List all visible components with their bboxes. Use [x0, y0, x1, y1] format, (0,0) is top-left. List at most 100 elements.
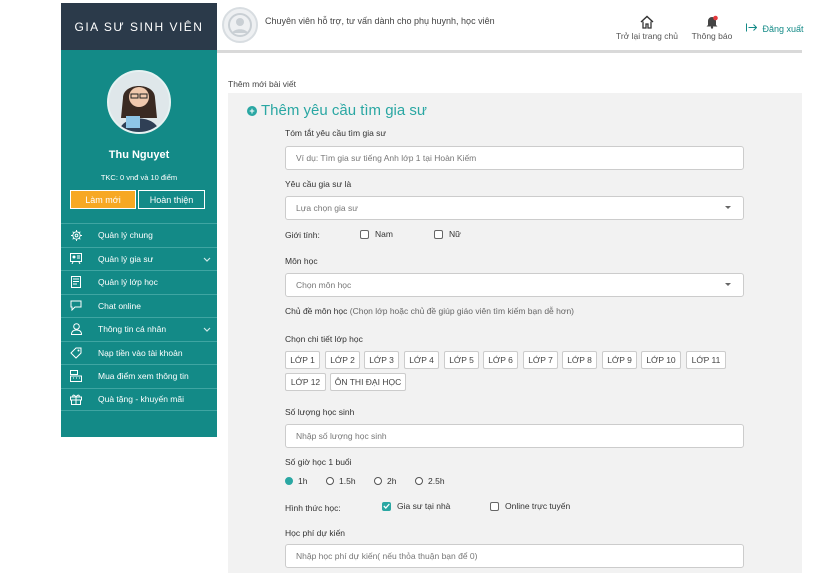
sidebar-menu: Quản lý chung Quản lý gia sư Quản lý lớp… [61, 223, 217, 411]
mode-home-label: Gia sư tại nhà [397, 501, 451, 511]
grade-option[interactable]: LỚP 3 [364, 351, 399, 369]
sidebar-item-buy-points[interactable]: Mua điểm xem thông tin [61, 364, 217, 388]
sidebar-item-label: Mua điểm xem thông tin [98, 371, 189, 382]
checkbox-box [434, 229, 443, 239]
page-title-text: Thêm yêu cầu tìm gia sư [261, 102, 427, 119]
summary-input[interactable]: Ví dụ: Tìm gia sư tiếng Anh lớp 1 tại Ho… [285, 146, 744, 170]
home-link[interactable]: Trở lại trang chủ [612, 15, 682, 41]
header-divider [217, 50, 802, 53]
cash-register-icon [64, 370, 88, 383]
home-link-label: Trở lại trang chủ [616, 31, 678, 41]
grade-option[interactable]: LỚP 10 [641, 351, 681, 369]
mode-home-checkbox[interactable]: Gia sư tại nhà [382, 501, 450, 511]
chevron-down-icon [203, 325, 211, 335]
gender-female-checkbox[interactable]: Nữ [434, 229, 461, 239]
sidebar-item-label: Nạp tiền vào tài khoản [98, 347, 183, 358]
sidebar-item-profile[interactable]: Thông tin cá nhân [61, 317, 217, 341]
chat-icon [64, 300, 88, 312]
grade-option[interactable]: LỚP 5 [444, 351, 479, 369]
document-icon [64, 276, 88, 289]
hours-option-label: 2h [387, 476, 397, 486]
notifications-label: Thông báo [691, 31, 733, 41]
complete-profile-button[interactable]: Hoàn thiện [138, 190, 205, 209]
subject-value: Chọn môn học [296, 280, 352, 290]
hours-option-label: 2.5h [428, 476, 445, 486]
hours-radio-1-5h[interactable]: 1.5h [326, 476, 356, 486]
page-title: + Thêm yêu cầu tìm gia sư [247, 102, 427, 119]
hours-radio-2h[interactable]: 2h [374, 476, 396, 486]
checkbox-checked [382, 501, 391, 511]
mode-online-checkbox[interactable]: Online trực tuyến [490, 501, 570, 511]
subject-select[interactable]: Chọn môn học [285, 273, 744, 297]
caret-down-icon [725, 283, 731, 286]
brand-logo[interactable]: GIA SƯ SINH VIÊN [61, 3, 217, 50]
radio-dot [326, 477, 334, 485]
tutor-requirement-value: Lựa chọn gia sư [296, 203, 358, 213]
grade-option[interactable]: LỚP 6 [483, 351, 518, 369]
gender-male-label: Nam [375, 229, 393, 239]
grade-option[interactable]: LỚP 4 [404, 351, 439, 369]
grade-option[interactable]: LỚP 11 [686, 351, 726, 369]
sidebar-item-chat[interactable]: Chat online [61, 293, 217, 318]
tutor-icon [64, 253, 88, 265]
gender-male-checkbox[interactable]: Nam [360, 229, 393, 239]
logout-icon [746, 23, 760, 34]
sidebar-item-label: Quản lý gia sư [98, 253, 154, 264]
fee-input[interactable]: Nhập học phí dự kiến( nếu thỏa thuận bạn… [285, 544, 744, 568]
chevron-down-icon [203, 255, 211, 265]
grade-option[interactable]: LỚP 12 [285, 373, 326, 391]
hours-radio-1h[interactable]: 1h [285, 476, 307, 486]
tutor-requirement-label: Yêu cầu gia sư là [285, 179, 352, 189]
bell-icon [689, 15, 735, 31]
notifications-link[interactable]: Thông báo [689, 15, 735, 41]
user-name: Thu Nguyet [108, 149, 170, 161]
account-balance: TKC: 0 vnđ và 10 điểm [100, 173, 178, 182]
avatar[interactable] [107, 70, 171, 134]
hours-label: Số giờ học 1 buổi [285, 457, 352, 467]
sidebar-item-tutors[interactable]: Quản lý gia sư [61, 246, 217, 271]
sidebar-item-gifts[interactable]: Quà tặng - khuyến mãi [61, 387, 217, 411]
mode-online-label: Online trực tuyến [505, 501, 571, 511]
grade-option[interactable]: LỚP 2 [325, 351, 360, 369]
sidebar-item-label: Thông tin cá nhân [98, 324, 167, 335]
caret-down-icon [725, 206, 731, 209]
hours-radio-2-5h[interactable]: 2.5h [415, 476, 445, 486]
radio-dot [415, 477, 423, 485]
sidebar-item-label: Chat online [98, 300, 142, 311]
home-icon [612, 15, 682, 31]
site-logo[interactable] [222, 7, 258, 43]
gift-icon [64, 393, 88, 406]
gender-female-label: Nữ [449, 229, 461, 239]
students-input[interactable]: Nhập số lượng học sinh [285, 424, 744, 448]
hours-option-label: 1h [298, 476, 308, 486]
mode-label: Hình thức học: [285, 503, 341, 513]
logout-label: Đăng xuất [762, 24, 804, 34]
tutor-requirement-select[interactable]: Lựa chọn gia sư [285, 196, 744, 220]
grade-option[interactable]: ÔN THI ĐẠI HỌC [330, 373, 406, 391]
grade-option[interactable]: LỚP 7 [523, 351, 558, 369]
radio-dot [374, 477, 382, 485]
gender-label: Giới tính: [285, 230, 320, 240]
fee-label: Học phí dự kiến [285, 528, 346, 538]
sidebar-item-topup[interactable]: Nạp tiền vào tài khoản [61, 340, 217, 365]
plus-circle-icon: + [247, 105, 257, 116]
hours-option-label: 1.5h [339, 476, 356, 486]
topic-label-text: Chủ đề môn học [285, 306, 348, 316]
tag-icon [64, 347, 88, 359]
sidebar-item-label: Quà tặng - khuyến mãi [98, 394, 184, 405]
refresh-button[interactable]: Làm mới [70, 190, 136, 209]
students-label: Số lượng học sinh [285, 407, 355, 417]
grade-option[interactable]: LỚP 1 [285, 351, 320, 369]
checkbox-box [490, 501, 499, 511]
summary-label: Tóm tắt yêu cầu tìm gia sư [285, 128, 387, 138]
grade-option[interactable]: LỚP 8 [562, 351, 597, 369]
logout-link[interactable]: Đăng xuất [746, 23, 804, 34]
header-tagline: Chuyên viên hỗ trợ, tư vấn dành cho phụ … [265, 16, 495, 26]
sidebar-item-general[interactable]: Quản lý chung [61, 223, 217, 247]
sidebar-item-classes[interactable]: Quản lý lớp học [61, 270, 217, 294]
topic-hint: (Chọn lớp hoặc chủ đề giúp giáo viên tìm… [349, 306, 574, 316]
radio-dot [285, 477, 293, 485]
grade-label: Chọn chi tiết lớp học [285, 334, 363, 344]
grade-option[interactable]: LỚP 9 [602, 351, 637, 369]
sidebar-item-label: Quản lý lớp học [98, 277, 158, 288]
